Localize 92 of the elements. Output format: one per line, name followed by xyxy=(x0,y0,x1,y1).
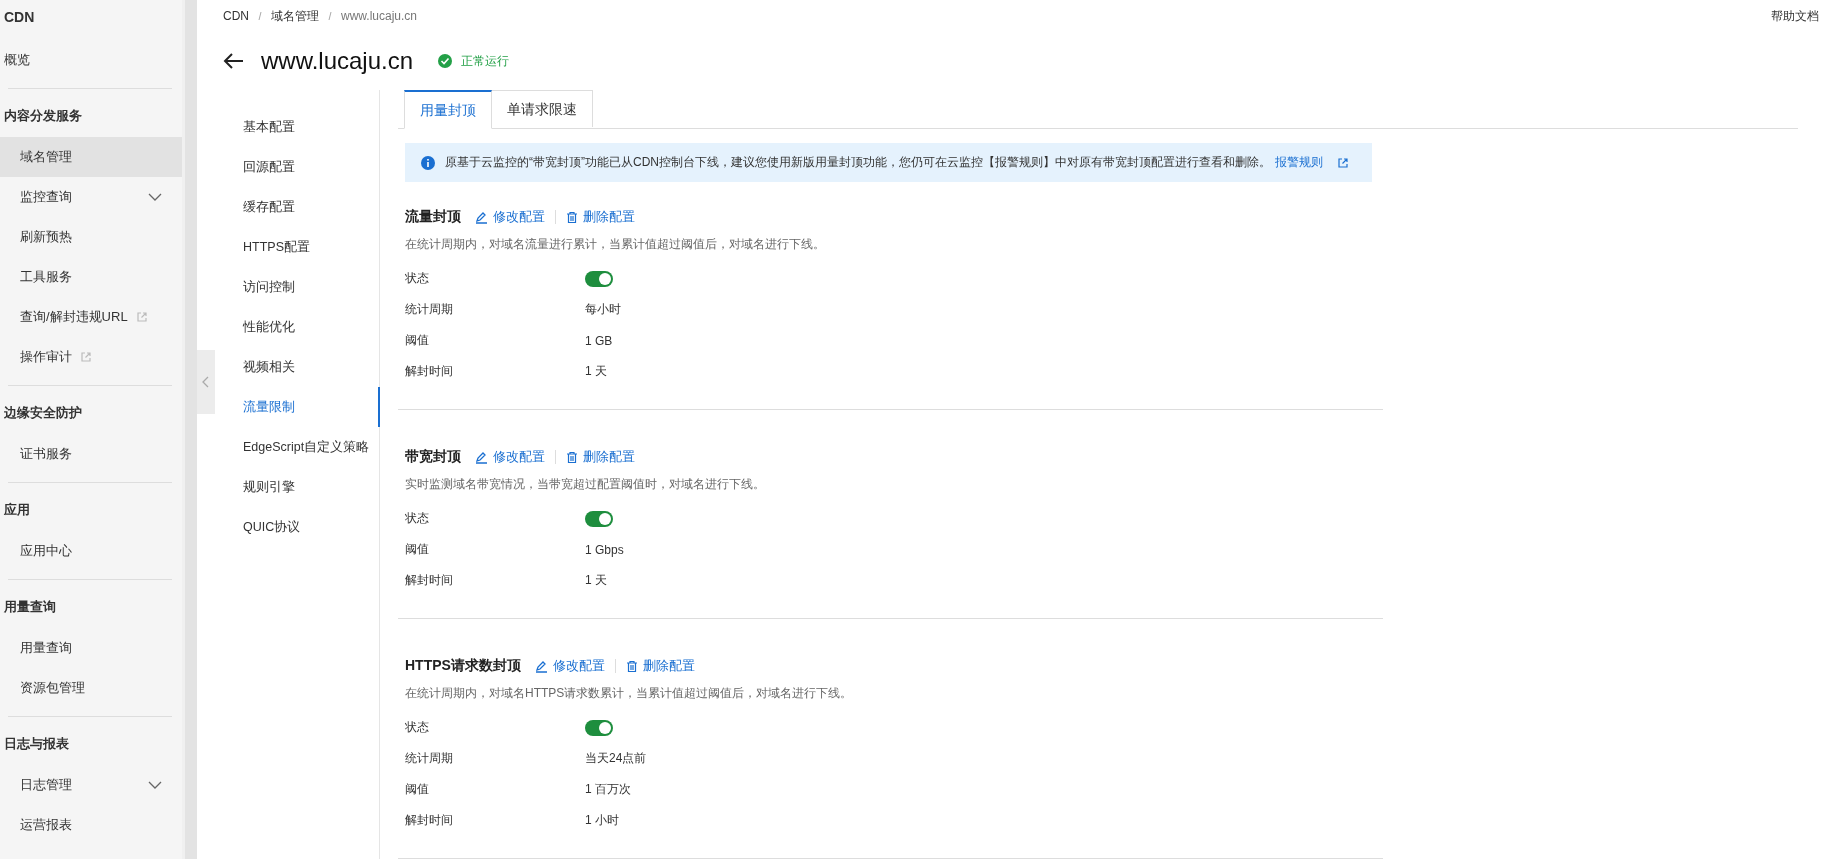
help-link[interactable]: 帮助文档 xyxy=(1771,7,1819,25)
settings-nav-item[interactable]: 规则引擎 xyxy=(197,467,379,507)
field-label: 统计周期 xyxy=(405,301,454,318)
field-value: 1 百万次 xyxy=(585,781,631,798)
settings-nav-item[interactable]: 基本配置 xyxy=(197,107,379,147)
field-value: 1 Gbps xyxy=(585,542,624,557)
notice-text: 原基于云监控的“带宽封顶”功能已从CDN控制台下线，建议您使用新版用量封顶功能，您仍可在云监控【报警规则】中对原有带宽封顶配置进行查看和删除。 xyxy=(445,154,1271,171)
toggle-switch[interactable] xyxy=(585,719,613,736)
settings-nav-item[interactable]: 性能优化 xyxy=(197,307,379,347)
tab[interactable]: 用量封顶 xyxy=(404,90,492,129)
section-description: 实时监测域名带宽情况，当带宽超过配置阈值时，对域名进行下线。 xyxy=(405,476,766,493)
field-value: 当天24点前 xyxy=(585,750,647,767)
sidebar-item[interactable]: 查询/解封违规URL xyxy=(0,297,182,337)
settings-nav-item[interactable]: EdgeScript自定义策略 xyxy=(197,427,379,467)
delete-config-link[interactable]: 删除配置 xyxy=(625,657,695,675)
collapse-handle[interactable] xyxy=(197,350,215,414)
field-label: 阈值 xyxy=(405,781,430,798)
settings-nav-item[interactable]: QUIC协议 xyxy=(197,507,379,547)
slash-separator-icon xyxy=(257,11,263,21)
field-label: 统计周期 xyxy=(405,750,454,767)
field-label: 解封时间 xyxy=(405,812,454,829)
settings-nav-item[interactable]: 访问控制 xyxy=(197,267,379,307)
delete-config-link[interactable]: 删除配置 xyxy=(566,448,635,466)
field-label: 状态 xyxy=(405,270,430,287)
field-value: 1 GB xyxy=(585,333,613,348)
edit-config-link[interactable]: 修改配置 xyxy=(475,448,545,466)
chevron-left-icon xyxy=(202,376,210,388)
trash-icon xyxy=(566,450,578,464)
settings-nav-item[interactable]: 视频相关 xyxy=(197,347,379,387)
pencil-icon xyxy=(534,659,548,673)
sidebar-item[interactable]: 应用中心 xyxy=(0,531,182,571)
field-value: 1 天 xyxy=(585,572,607,589)
toggle-switch[interactable] xyxy=(585,510,613,527)
sidebar-item[interactable]: 监控查询 xyxy=(0,177,182,217)
sidebar-item[interactable]: 日志管理 xyxy=(0,765,182,805)
tab[interactable]: 单请求限速 xyxy=(492,90,593,127)
field-label: 状态 xyxy=(405,510,430,527)
page-title: www.lucaju.cn xyxy=(261,47,414,75)
toggle-switch[interactable] xyxy=(585,270,613,287)
field-value: 1 小时 xyxy=(585,812,619,829)
sidebar-group-title: 日志与报表 xyxy=(3,735,70,753)
sidebar-item[interactable]: 证书服务 xyxy=(0,434,182,474)
settings-nav-item[interactable]: 回源配置 xyxy=(197,147,379,187)
field-label: 解封时间 xyxy=(405,363,454,380)
status-text: 正常运行 xyxy=(461,52,510,70)
trash-icon xyxy=(566,210,578,224)
sidebar-item[interactable]: 域名管理 xyxy=(0,137,182,177)
field-value: 每小时 xyxy=(585,301,621,318)
breadcrumb-item[interactable]: CDN xyxy=(223,9,249,23)
settings-nav-item[interactable]: 流量限制 xyxy=(197,387,380,427)
sidebar-group-title: 应用 xyxy=(3,501,31,519)
sidebar-item[interactable]: 概览 xyxy=(0,40,182,80)
field-label: 阈值 xyxy=(405,332,430,349)
sidebar-item[interactable]: 刷新预热 xyxy=(0,217,182,257)
field-label: 解封时间 xyxy=(405,572,454,589)
pencil-icon xyxy=(475,450,488,464)
breadcrumb-item[interactable]: 域名管理 xyxy=(271,7,319,25)
external-link-icon xyxy=(1337,156,1349,169)
pencil-icon xyxy=(475,210,488,224)
settings-nav-item[interactable]: HTTPS配置 xyxy=(197,227,379,267)
section-description: 在统计周期内，对域名流量进行累计，当累计值超过阈值后，对域名进行下线。 xyxy=(405,236,826,253)
sidebar-group-title: 用量查询 xyxy=(3,598,57,616)
external-link-icon xyxy=(80,351,92,363)
sidebar-group-title: 边缘安全防护 xyxy=(3,404,83,422)
trash-icon xyxy=(625,659,638,673)
field-label: 阈值 xyxy=(405,541,430,558)
section-description: 在统计周期内，对域名HTTPS请求数累计，当累计值超过阈值后，对域名进行下线。 xyxy=(405,685,854,702)
chevron-down-icon xyxy=(148,193,162,201)
sidebar-item[interactable]: 操作审计 xyxy=(0,337,182,377)
check-circle-icon xyxy=(437,53,454,69)
section-title: HTTPS请求数封顶 xyxy=(405,657,521,675)
sidebar-item[interactable]: 工具服务 xyxy=(0,257,182,297)
sidebar-group-title: 内容分发服务 xyxy=(3,107,83,125)
delete-config-link[interactable]: 删除配置 xyxy=(566,208,635,226)
sidebar-item[interactable]: 运营报表 xyxy=(0,805,182,845)
field-label: 状态 xyxy=(405,719,430,736)
back-arrow-icon xyxy=(223,52,245,70)
chevron-down-icon xyxy=(148,781,162,789)
field-value: 1 天 xyxy=(585,363,607,380)
info-icon xyxy=(421,155,435,170)
external-link-icon xyxy=(135,311,148,323)
alert-rules-link[interactable]: 报警规则 xyxy=(1275,154,1349,171)
section-title: 带宽封顶 xyxy=(405,448,461,466)
edit-config-link[interactable]: 修改配置 xyxy=(534,657,605,675)
section-title: 流量封顶 xyxy=(405,208,461,226)
sidebar-title: CDN xyxy=(3,8,36,27)
edit-config-link[interactable]: 修改配置 xyxy=(475,208,545,226)
breadcrumb-item: www.lucaju.cn xyxy=(341,9,418,23)
sidebar-item[interactable]: 资源包管理 xyxy=(0,668,182,708)
slash-separator-icon xyxy=(327,11,333,21)
settings-nav-item[interactable]: 缓存配置 xyxy=(197,187,379,227)
sidebar-item[interactable]: 用量查询 xyxy=(0,628,182,668)
